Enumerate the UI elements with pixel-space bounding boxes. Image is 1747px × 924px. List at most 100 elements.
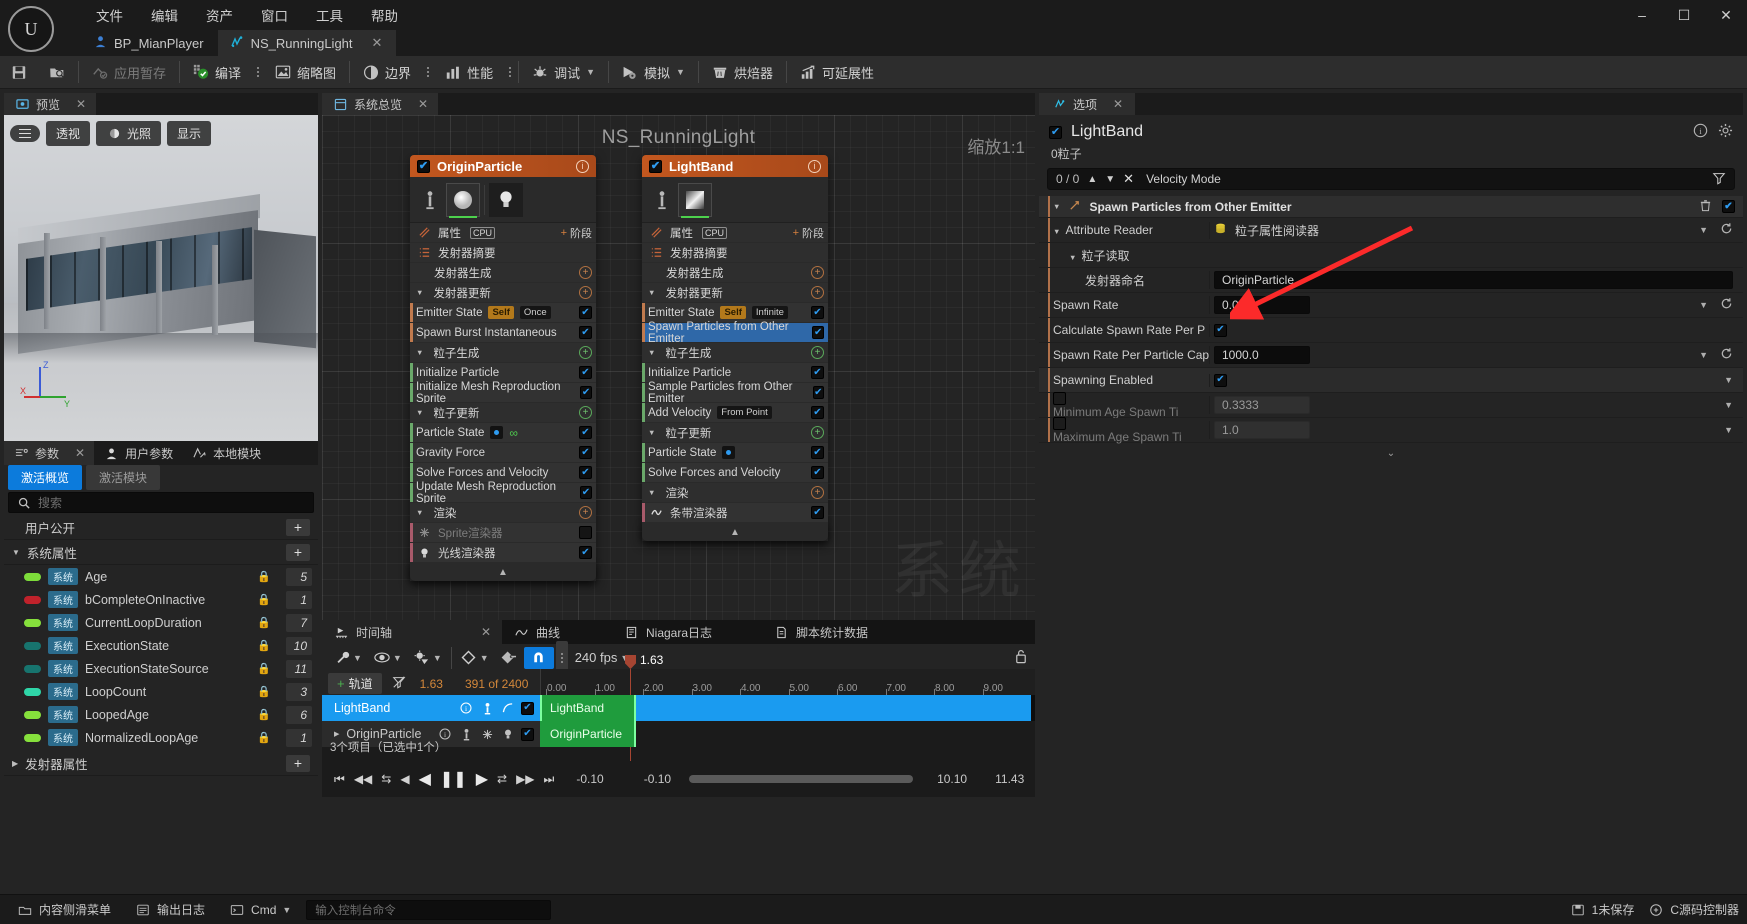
timeline-tab-3[interactable]: 脚本统计数据 [762,620,912,644]
parameters-tab-1[interactable]: 用户参数 [94,441,182,465]
details-row-checkbox[interactable] [1214,323,1227,337]
module-enabled-checkbox[interactable] [579,326,592,339]
timeline-tab-0[interactable]: 时间轴 ✕ [322,620,502,644]
module-enabled-checkbox[interactable] [579,306,592,319]
module-enabled-checkbox[interactable] [1722,200,1735,213]
frame-back-icon[interactable]: ◀ [400,772,409,786]
current-time-value[interactable]: 1.63 [420,677,443,691]
search-input[interactable] [38,495,306,510]
sprite-renderer-thumbnail[interactable] [446,182,480,218]
chevron-down-icon[interactable]: ▼ [676,67,685,77]
light-renderer-thumbnail[interactable] [489,182,523,217]
chevron-down-icon[interactable]: ▼ [416,288,423,297]
ribbon-renderer-thumbnail[interactable] [678,182,712,218]
emitter-module-row[interactable]: 条带渲染器 [642,503,828,523]
viewport-show-button[interactable]: 显示 [167,121,212,146]
module-enabled-checkbox[interactable] [811,466,824,479]
console-input[interactable]: 输入控制台命令 [306,899,552,920]
track-header[interactable]: LightBand i [322,695,540,721]
add-attribute-button[interactable]: + [286,543,310,561]
details-enable-checkbox[interactable] [1049,125,1062,139]
jump-start-icon[interactable]: ⏮ [334,772,345,787]
jump-end-icon[interactable]: ⏭ [544,772,555,787]
toolbar-scalability-button[interactable]: 可延展性 [789,56,885,89]
details-row-7[interactable]: Minimum Age Spawn Ti 0.3333 ▼ [1039,391,1743,419]
clip-end-edge[interactable] [634,695,636,721]
add-emitter-attribute-button[interactable]: + [286,754,310,772]
emitter-row-properties[interactable]: 属性 CPU + 阶段 [410,223,596,243]
range-right2-value[interactable]: 11.43 [995,772,1024,786]
emitter-module-row[interactable]: Initialize Mesh Reproduction Sprite [410,381,596,405]
emitter-stage-icon[interactable] [418,190,442,209]
row-override-checkbox[interactable] [1053,391,1066,405]
toolbar-thumbnail-button[interactable]: 缩略图 [264,56,347,89]
emitter-group-粒子更新[interactable]: ▼ 粒子更新 + [642,423,828,443]
parameter-row[interactable]: 系统 Age 🔒 5 [4,565,318,588]
toolbar-compile-options[interactable] [252,56,264,89]
track-body[interactable]: OriginParticle [540,721,1035,747]
chevron-right-icon[interactable]: ▶ [334,730,339,738]
chevron-down-icon[interactable]: ▼ [353,653,362,663]
chevron-down-icon[interactable]: ▼ [416,348,423,357]
emitter-node-collapse-button[interactable]: ▲ [642,523,828,541]
details-row-input[interactable]: 0.0 [1214,296,1310,314]
add-module-button[interactable]: + [811,486,824,499]
emitter-group-粒子生成[interactable]: ▼ 粒子生成 + [410,343,596,363]
parameter-row[interactable]: 系统 NormalizedLoopAge 🔒 1 [4,726,318,749]
timeline-track-row[interactable]: LightBand i LightBand [322,695,1035,721]
module-enabled-checkbox[interactable] [579,486,592,499]
tab-preview-close[interactable]: ✕ [76,97,86,111]
details-row-3[interactable]: Spawn Rate 0.0 ▼ [1039,293,1743,318]
details-expand-more[interactable]: ⌄ [1039,443,1743,463]
viewport-perspective-button[interactable]: 透视 [46,121,91,146]
info-icon[interactable]: i [1693,123,1708,141]
details-row-checkbox[interactable] [1214,373,1227,387]
chevron-down-icon[interactable]: ▼ [12,548,20,557]
info-icon[interactable]: i [576,159,589,173]
viewport-menu-button[interactable] [10,124,40,143]
add-module-button[interactable]: + [579,346,592,359]
add-module-button[interactable]: + [579,266,592,279]
emitter-row-summary[interactable]: 发射器摘要 [410,243,596,263]
graph-canvas[interactable]: NS_RunningLight 缩放1:1 系统 OriginParticle i… [322,115,1035,620]
chevron-down-icon[interactable]: ▼ [648,488,655,497]
trash-icon[interactable] [1699,199,1712,215]
parameter-row[interactable]: 系统 CurrentLoopDuration 🔒 7 [4,611,318,634]
timeline-keyframe-settings-button[interactable]: ▼ [409,648,447,668]
emitter-row-summary[interactable]: 发射器摘要 [642,243,828,263]
viewport[interactable]: 透视 光照 显示 X Y Z [4,115,318,441]
emitter-group-发射器更新[interactable]: ▼ 发射器更新 + [410,283,596,303]
chevron-down-icon[interactable]: ▼ [586,67,595,77]
parameters-section-emitter-attributes[interactable]: ▶ 发射器属性 + [4,751,318,776]
parameter-row[interactable]: 系统 bCompleteOnInactive 🔒 1 [4,588,318,611]
timeline-key-add-button[interactable] [496,648,522,668]
module-enabled-checkbox[interactable] [579,446,592,459]
parameters-search[interactable] [8,492,314,513]
tab-details[interactable]: 选项 ✕ [1039,93,1136,115]
reset-icon[interactable] [1720,297,1733,313]
toolbar-performance-button[interactable]: 性能 [434,56,504,89]
parameters-section-user-exposed[interactable]: 用户公开 + [4,515,318,540]
source-control-indicator[interactable]: C源码控制器 [1648,901,1739,918]
clear-search-icon[interactable]: ✕ [1123,171,1134,187]
info-icon[interactable]: i [808,159,821,173]
module-enabled-checkbox[interactable] [579,366,592,379]
step-back-icon[interactable]: ◀◀ [354,772,372,786]
chevron-down-icon[interactable]: ▼ [648,288,655,297]
next-key-icon[interactable]: ⇄ [497,772,507,786]
toolbar-browse-button[interactable] [38,56,76,89]
module-enabled-checkbox[interactable] [812,386,824,399]
details-row-input[interactable]: 1000.0 [1214,346,1310,364]
timeline-wrench-button[interactable]: ▼ [329,648,367,668]
timeline-tab-2[interactable]: Niagara日志 [612,620,762,644]
emitter-module-row[interactable]: Gravity Force [410,443,596,463]
parameters-segment-0[interactable]: 激活概览 [8,465,83,490]
details-row-input[interactable]: OriginParticle [1214,271,1733,289]
details-row-4[interactable]: Calculate Spawn Rate Per P [1039,318,1743,343]
track-body[interactable]: LightBand [540,695,1035,721]
track-clip[interactable]: OriginParticle [540,721,636,747]
range-left2-value[interactable]: -0.10 [644,772,671,786]
toolbar-bounds-button[interactable]: 边界 [352,56,422,89]
details-row-0[interactable]: ▼ Attribute Reader 粒子属性阅读器 ▼ [1039,218,1743,243]
details-search-value[interactable]: Velocity Mode [1146,172,1704,186]
